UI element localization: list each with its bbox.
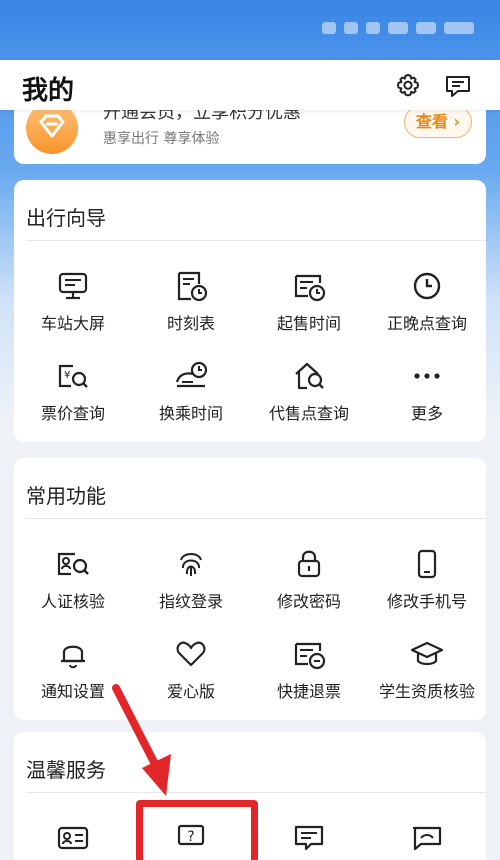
status-bar [0, 0, 500, 60]
tool-more[interactable]: 更多 [368, 340, 486, 430]
top-header: 我的 [0, 60, 500, 110]
divider [26, 792, 486, 793]
tool-label: 换乘时间 [158, 404, 223, 423]
tool-label: 车站大屏 [40, 314, 105, 333]
tool-label: 正晚点查询 [386, 314, 467, 333]
tool-agency-query[interactable]: 代售点查询 [250, 340, 368, 430]
func-label: 修改密码 [276, 592, 341, 611]
fare-search-icon: ¥ [58, 364, 88, 388]
status-icons [322, 22, 474, 34]
func-label: 爱心版 [166, 682, 215, 701]
timetable-icon [177, 271, 208, 302]
heart-icon [176, 641, 206, 667]
func-change-password[interactable]: 修改密码 [250, 528, 368, 618]
tool-label: 起售时间 [276, 314, 341, 333]
tool-label: 时刻表 [166, 314, 215, 333]
feedback-icon [412, 826, 442, 851]
id-verify-icon [57, 552, 89, 576]
section-title: 温馨服务 [26, 758, 106, 782]
sale-time-icon [294, 274, 326, 302]
func-label: 快捷退票 [276, 682, 341, 701]
service-item[interactable] [368, 802, 486, 860]
func-fingerprint-login[interactable]: 指纹登录 [132, 528, 250, 618]
more-icon [414, 373, 440, 379]
graduation-cap-icon [410, 641, 444, 666]
tool-transfer-time[interactable]: 换乘时间 [132, 340, 250, 430]
fingerprint-icon [180, 553, 202, 576]
tool-sale-time[interactable]: 起售时间 [250, 250, 368, 340]
id-card-icon [57, 826, 89, 850]
func-label: 人证核验 [40, 592, 105, 611]
station-screen-icon [58, 272, 88, 300]
func-label: 指纹登录 [158, 592, 223, 611]
bell-icon [61, 645, 85, 669]
section-title: 常用功能 [26, 484, 106, 508]
tool-station-screen[interactable]: 车站大屏 [14, 250, 132, 340]
travel-guide-card: 出行向导 车站大屏 时刻表 起售时间 正晚点查询 ¥ 票价查询 换乘时间 代售点… [14, 180, 486, 442]
divider [26, 518, 486, 519]
func-notification-settings[interactable]: 通知设置 [14, 618, 132, 708]
agency-search-icon [295, 362, 324, 390]
func-change-phone[interactable]: 修改手机号 [368, 528, 486, 618]
phone-icon [417, 549, 437, 579]
tool-label: 票价查询 [40, 404, 105, 423]
page-title: 我的 [22, 76, 75, 106]
tool-fare-query[interactable]: ¥ 票价查询 [14, 340, 132, 430]
tool-label: 代售点查询 [268, 404, 349, 423]
section-title: 出行向导 [26, 206, 106, 230]
svg-text:¥: ¥ [64, 370, 70, 381]
func-student-verify[interactable]: 学生资质核验 [368, 618, 486, 708]
refund-ticket-icon [294, 642, 326, 670]
tool-delay-query[interactable]: 正晚点查询 [368, 250, 486, 340]
transfer-time-icon [175, 361, 208, 388]
lock-icon [297, 550, 321, 578]
service-item[interactable] [14, 802, 132, 860]
gear-icon[interactable] [394, 72, 422, 100]
view-button-label: 查看 [415, 112, 448, 131]
message-icon[interactable] [444, 72, 472, 100]
common-functions-card: 常用功能 人证核验 指纹登录 修改密码 修改手机号 通知设置 爱心版 快捷退票 … [14, 458, 486, 720]
message-icon [294, 825, 324, 851]
func-label: 学生资质核验 [378, 682, 475, 701]
divider [26, 240, 486, 241]
view-button[interactable]: 查看 › [404, 106, 472, 138]
tool-label: 更多 [410, 404, 443, 423]
highlight-box [136, 800, 258, 860]
func-quick-refund[interactable]: 快捷退票 [250, 618, 368, 708]
func-label: 通知设置 [40, 682, 105, 701]
func-care-mode[interactable]: 爱心版 [132, 618, 250, 708]
tool-timetable[interactable]: 时刻表 [132, 250, 250, 340]
func-label: 修改手机号 [386, 592, 467, 611]
clock-icon [413, 272, 441, 300]
service-item[interactable] [250, 802, 368, 860]
func-id-verify[interactable]: 人证核验 [14, 528, 132, 618]
member-subtitle: 惠享出行 尊享体验 [103, 131, 220, 147]
